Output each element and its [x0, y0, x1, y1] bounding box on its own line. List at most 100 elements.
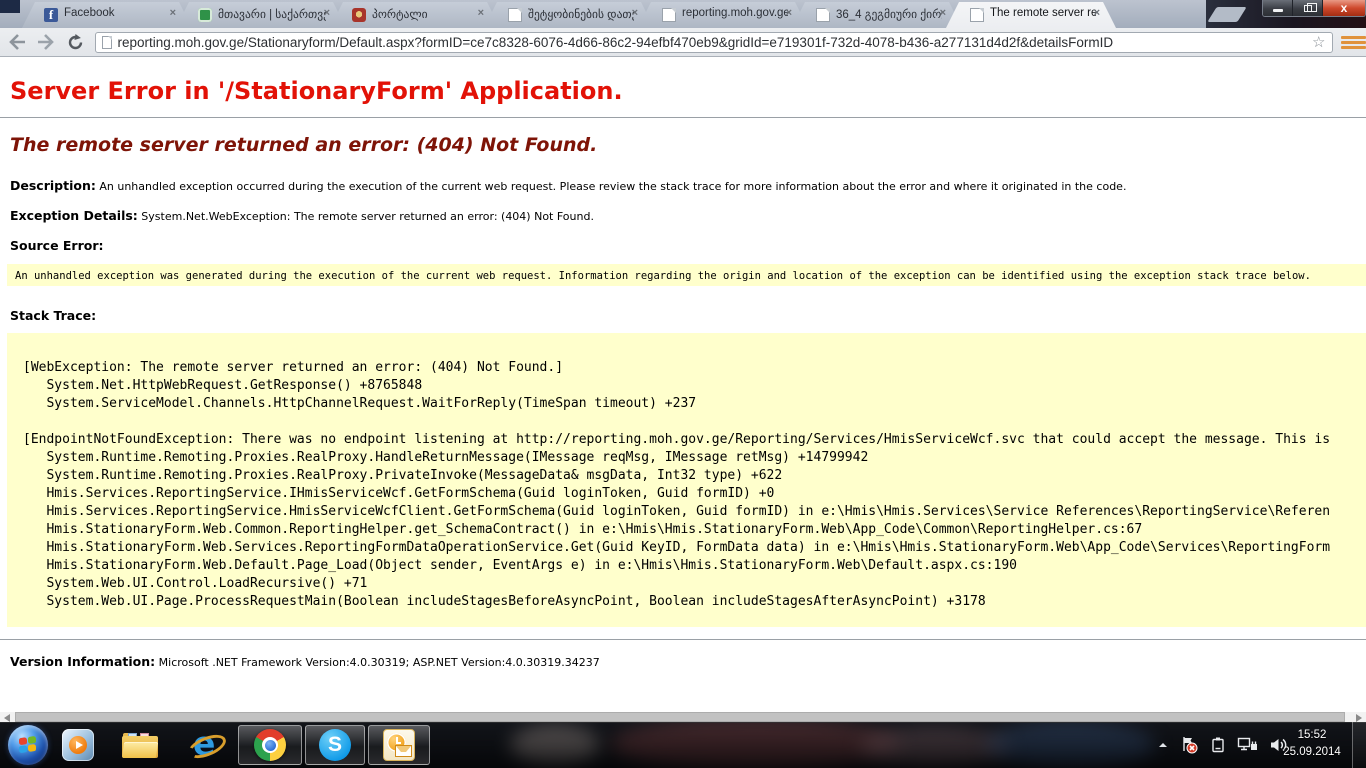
close-icon: x	[1341, 1, 1348, 15]
exception-label: Exception Details:	[10, 208, 138, 223]
windows-logo-icon	[19, 736, 37, 755]
window-controls: x	[1262, 0, 1366, 17]
tab-close-icon[interactable]: ×	[940, 7, 946, 19]
page-icon	[662, 8, 676, 22]
chrome-icon	[254, 729, 286, 761]
error-subtitle: The remote server returned an error: (40…	[10, 134, 1366, 156]
scroll-right-arrow-icon[interactable]	[1356, 714, 1362, 722]
media-player-taskbar-button[interactable]	[62, 729, 94, 761]
page-icon	[508, 8, 522, 22]
device-icon	[1209, 736, 1227, 754]
back-button[interactable]	[4, 30, 30, 54]
divider	[0, 117, 1366, 118]
moh-green-icon	[198, 8, 212, 22]
horizontal-scrollbar[interactable]	[0, 712, 1366, 722]
screen: f Facebook × მთავარი | საქართვე × პორტალ…	[0, 0, 1366, 768]
skype-taskbar-button[interactable]: S	[305, 725, 365, 765]
clock-time: 15:52	[1276, 727, 1348, 744]
address-bar[interactable]: reporting.moh.gov.ge/Stationaryform/Defa…	[95, 32, 1333, 53]
tab-label: The remote server retu	[990, 7, 1096, 19]
tab-reporting[interactable]: reporting.moh.gov.ge ×	[638, 2, 808, 28]
system-tray	[1152, 722, 1294, 768]
tab-label: Facebook	[64, 7, 115, 19]
reload-icon	[67, 34, 84, 51]
tab-close-icon[interactable]: ×	[632, 7, 638, 19]
bookmark-star-icon[interactable]: ☆	[1312, 35, 1325, 50]
tab-close-icon[interactable]: ×	[324, 7, 330, 19]
skype-icon: S	[319, 729, 351, 761]
hamburger-icon	[1341, 36, 1366, 39]
source-error-box: An unhandled exception was generated dur…	[7, 264, 1366, 286]
url-page-icon	[102, 36, 112, 49]
taskbar-clock[interactable]: 15:52 25.09.2014	[1276, 727, 1348, 761]
forward-icon	[37, 34, 55, 50]
back-icon	[8, 34, 26, 50]
outlook-icon	[383, 729, 415, 761]
version-row: Version Information: Microsoft .NET Fram…	[10, 654, 1366, 669]
url-text[interactable]: reporting.moh.gov.ge/Stationaryform/Defa…	[118, 35, 1307, 50]
stack-trace-label: Stack Trace:	[10, 308, 96, 323]
divider	[0, 639, 1366, 640]
explorer-taskbar-button[interactable]	[122, 731, 158, 759]
restore-icon	[1304, 5, 1312, 12]
source-error-label: Source Error:	[10, 238, 104, 253]
internet-explorer-icon: e	[188, 728, 222, 762]
tabs-container: f Facebook × მთავარი | საქართვე × პორტალ…	[22, 2, 1100, 28]
scroll-left-arrow-icon[interactable]	[4, 714, 10, 722]
tab-portal[interactable]: პორტალი ×	[330, 2, 500, 28]
restore-button[interactable]	[1293, 0, 1323, 16]
error-page: Server Error in '/StationaryForm' Applic…	[0, 57, 1366, 712]
outlook-taskbar-button[interactable]	[368, 725, 430, 765]
source-error-row: Source Error:	[10, 238, 1366, 253]
page-title: Server Error in '/StationaryForm' Applic…	[10, 77, 1366, 105]
start-button[interactable]	[8, 725, 48, 765]
reload-button[interactable]	[63, 30, 89, 54]
tab-facebook[interactable]: f Facebook ×	[22, 2, 192, 28]
tab-moh-home[interactable]: მთავარი | საქართვე ×	[176, 2, 346, 28]
stack-trace-box: [WebException: The remote server returne…	[7, 333, 1366, 627]
tab-36-4-surgery[interactable]: 36_4 გეგმიური ქირუ ×	[792, 2, 962, 28]
page-icon	[970, 8, 984, 22]
chrome-taskbar-button[interactable]	[238, 725, 302, 765]
tray-expand-button[interactable]	[1157, 740, 1169, 750]
tab-close-icon[interactable]: ×	[1094, 7, 1100, 19]
description-text: An unhandled exception occurred during t…	[96, 180, 1127, 193]
internet-explorer-taskbar-button[interactable]: e	[188, 728, 222, 762]
minimize-button[interactable]	[1263, 0, 1293, 16]
facebook-icon: f	[44, 8, 58, 22]
tab-label: პორტალი	[372, 7, 428, 21]
description-label: Description:	[10, 178, 96, 193]
version-label: Version Information:	[10, 654, 155, 669]
chevron-up-icon	[1157, 740, 1169, 750]
browser-toolbar: reporting.moh.gov.ge/Stationaryform/Defa…	[0, 28, 1366, 57]
flag-alert-icon	[1179, 735, 1199, 755]
exception-text: System.Net.WebException: The remote serv…	[138, 210, 594, 223]
tab-error-active[interactable]: The remote server retu ×	[946, 2, 1116, 28]
close-button[interactable]: x	[1323, 0, 1365, 16]
tab-label: 36_4 გეგმიური ქირუ	[836, 7, 942, 21]
device-tray-button[interactable]	[1209, 736, 1227, 754]
page-icon	[816, 8, 830, 22]
network-icon	[1237, 736, 1259, 754]
forward-button[interactable]	[34, 30, 60, 54]
action-center-button[interactable]	[1179, 735, 1199, 755]
tab-label: მთავარი | საქართვე	[218, 7, 326, 21]
georgia-emblem-icon	[352, 8, 366, 22]
media-player-icon	[62, 729, 94, 761]
tab-label: შეტყობინების დათვ	[528, 7, 634, 21]
minimize-icon	[1273, 9, 1283, 12]
window-corner	[0, 0, 20, 13]
exception-row: Exception Details: System.Net.WebExcepti…	[10, 208, 1366, 223]
tab-close-icon[interactable]: ×	[170, 7, 176, 19]
stack-trace-row: Stack Trace:	[10, 308, 1366, 323]
tab-notifications[interactable]: შეტყობინების დათვ ×	[484, 2, 654, 28]
scrollbar-thumb[interactable]	[15, 712, 1345, 722]
tab-close-icon[interactable]: ×	[786, 7, 792, 19]
chrome-menu-button[interactable]	[1341, 32, 1366, 52]
folder-icon	[122, 731, 158, 759]
tab-close-icon[interactable]: ×	[478, 7, 484, 19]
show-desktop-button[interactable]	[1352, 722, 1366, 768]
description-row: Description: An unhandled exception occu…	[10, 178, 1366, 193]
tab-strip: f Facebook × მთავარი | საქართვე × პორტალ…	[0, 0, 1366, 28]
network-tray-button[interactable]	[1237, 736, 1259, 754]
